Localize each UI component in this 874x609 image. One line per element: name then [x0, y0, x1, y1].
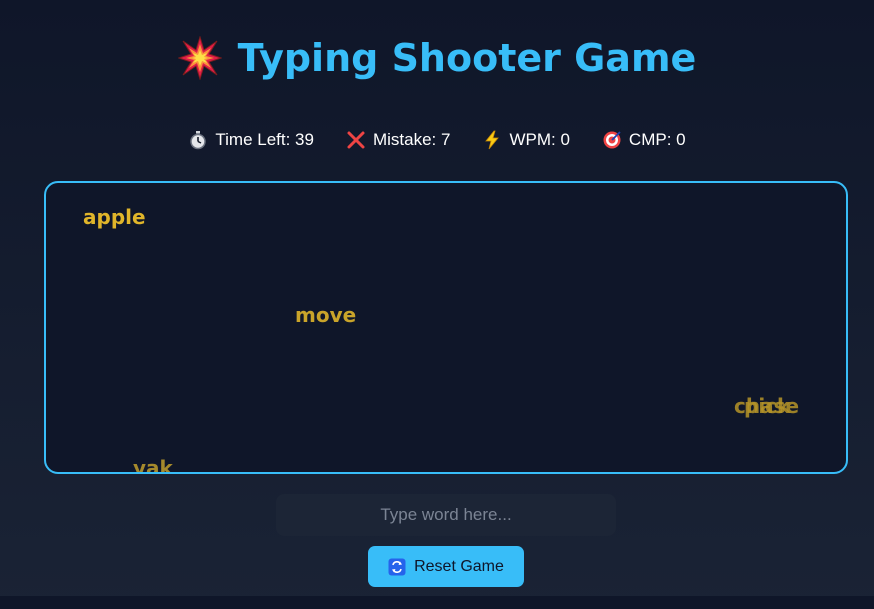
- page-title: Typing Shooter Game: [0, 30, 874, 86]
- refresh-icon: [388, 558, 406, 575]
- stat-mistake: Mistake: 7: [346, 130, 450, 150]
- title-text: Typing Shooter Game: [237, 36, 697, 80]
- game-arena: apple move chase pick yak: [44, 181, 848, 474]
- reset-game-button[interactable]: Reset Game: [368, 546, 524, 587]
- lightning-icon: [485, 130, 500, 150]
- falling-word: pick: [744, 394, 791, 418]
- word-input-wrapper: [276, 494, 616, 536]
- stats-bar: Time Left: 39 Mistake: 7 WPM: 0 CMP: 0: [0, 130, 874, 150]
- cmp-text: CMP: 0: [628, 130, 686, 149]
- wpm-text: WPM: 0: [509, 130, 570, 149]
- collision-icon: [177, 36, 222, 80]
- cross-mark-icon: [347, 131, 365, 149]
- falling-word: apple: [83, 205, 146, 229]
- stopwatch-icon: [190, 131, 207, 150]
- reset-game-label: Reset Game: [414, 557, 504, 575]
- stat-time-left: Time Left: 39: [188, 130, 314, 150]
- footer-bar: [0, 596, 874, 609]
- mistake-text: Mistake: 7: [372, 130, 451, 149]
- stat-wpm: WPM: 0: [482, 130, 570, 150]
- stat-cmp: CMP: 0: [602, 130, 686, 150]
- word-input[interactable]: [276, 494, 616, 536]
- time-left-text: Time Left: 39: [215, 130, 314, 149]
- falling-word: yak: [133, 456, 173, 474]
- falling-word: move: [295, 303, 357, 327]
- target-icon: [603, 131, 621, 149]
